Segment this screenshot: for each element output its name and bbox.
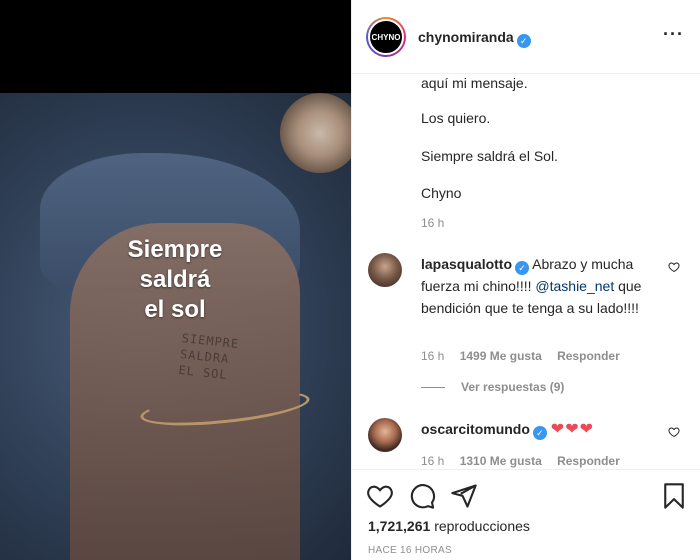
verified-badge-icon: ✓ bbox=[516, 34, 531, 48]
reply-button[interactable]: Responder bbox=[557, 349, 620, 363]
comment-username[interactable]: oscarcitomundo bbox=[421, 421, 530, 437]
caption-line: Los quiero. bbox=[421, 110, 491, 126]
header-username[interactable]: chynomiranda bbox=[418, 29, 514, 45]
post-timestamp[interactable]: HACE 16 HORAS bbox=[368, 545, 452, 556]
post-actions: 1,721,261 reproducciones HACE 16 HORAS bbox=[352, 469, 700, 560]
comment-likes[interactable]: 1310 Me gusta bbox=[460, 454, 542, 468]
comment-age[interactable]: 16 h bbox=[421, 454, 444, 468]
verified-badge-icon: ✓ bbox=[515, 261, 530, 275]
profile-avatar[interactable]: CHYNO bbox=[366, 17, 406, 57]
commenter-avatar[interactable] bbox=[368, 418, 402, 452]
overlay-line: Siempre bbox=[127, 236, 223, 263]
post-header: CHYNO chynomiranda ✓ ··· bbox=[352, 0, 700, 74]
comments-list[interactable]: aquí mi mensaje. Los quiero. Siempre sal… bbox=[352, 75, 700, 468]
tattoo-text: SIEMPRE SALDRA EL SOL bbox=[178, 330, 240, 384]
comment-item: oscarcitomundo ✓ ❤❤❤ 16 h 1310 Me gusta R… bbox=[368, 418, 688, 468]
comment-likes[interactable]: 1499 Me gusta bbox=[460, 349, 542, 363]
comment-meta: 16 h 1499 Me gusta Responder bbox=[421, 349, 632, 363]
post-media[interactable]: SIEMPRE SALDRA EL SOL Siempre saldrá el … bbox=[0, 0, 351, 560]
replies-divider bbox=[421, 387, 445, 389]
comment-text: oscarcitomundo ✓ ❤❤❤ bbox=[421, 418, 661, 441]
views-number: 1,721,261 bbox=[368, 518, 431, 534]
video-overlay-text: Siempre saldrá el sol bbox=[90, 235, 260, 325]
share-send-icon[interactable] bbox=[450, 482, 478, 510]
view-replies-label: Ver respuestas (9) bbox=[461, 380, 565, 394]
verified-badge-icon: ✓ bbox=[532, 426, 547, 440]
like-heart-icon[interactable] bbox=[366, 482, 394, 510]
header-username-wrap: chynomiranda ✓ bbox=[418, 29, 531, 48]
reply-button[interactable]: Responder bbox=[557, 454, 620, 468]
red-hearts-emoji: ❤❤❤ bbox=[550, 421, 595, 438]
like-comment-heart-icon[interactable] bbox=[668, 261, 680, 273]
caption-line: aquí mi mensaje. bbox=[421, 75, 528, 91]
decorative-shell bbox=[280, 93, 351, 173]
more-horizontal-icon[interactable]: ··· bbox=[663, 24, 684, 45]
like-comment-heart-icon[interactable] bbox=[668, 426, 680, 438]
comment-text: lapasqualotto ✓ Abrazo y mucha fuerza mi … bbox=[421, 253, 661, 319]
avatar-logo-text: CHYNO bbox=[368, 19, 404, 55]
views-count[interactable]: 1,721,261 reproducciones bbox=[368, 518, 530, 534]
view-replies-button[interactable]: Ver respuestas (9) bbox=[421, 380, 564, 394]
comment-meta: 16 h 1310 Me gusta Responder bbox=[421, 454, 632, 468]
overlay-line: el sol bbox=[144, 296, 206, 323]
overlay-line: saldrá bbox=[139, 266, 211, 293]
comment-item: lapasqualotto ✓ Abrazo y mucha fuerza mi … bbox=[368, 253, 688, 393]
comment-mention[interactable]: @tashie_net bbox=[535, 278, 614, 294]
caption-line: Siempre saldrá el Sol. bbox=[421, 148, 558, 164]
comment-bubble-icon[interactable] bbox=[408, 482, 436, 510]
comment-age[interactable]: 16 h bbox=[421, 349, 444, 363]
caption-age[interactable]: 16 h bbox=[421, 216, 444, 230]
views-label: reproducciones bbox=[434, 518, 530, 534]
video-frame[interactable]: SIEMPRE SALDRA EL SOL Siempre saldrá el … bbox=[0, 93, 351, 560]
save-bookmark-icon[interactable] bbox=[660, 482, 688, 510]
post-panel: CHYNO chynomiranda ✓ ··· aquí mi mensaje.… bbox=[351, 0, 700, 560]
caption-line: Chyno bbox=[421, 185, 462, 201]
commenter-avatar[interactable] bbox=[368, 253, 402, 287]
comment-username[interactable]: lapasqualotto bbox=[421, 256, 512, 272]
